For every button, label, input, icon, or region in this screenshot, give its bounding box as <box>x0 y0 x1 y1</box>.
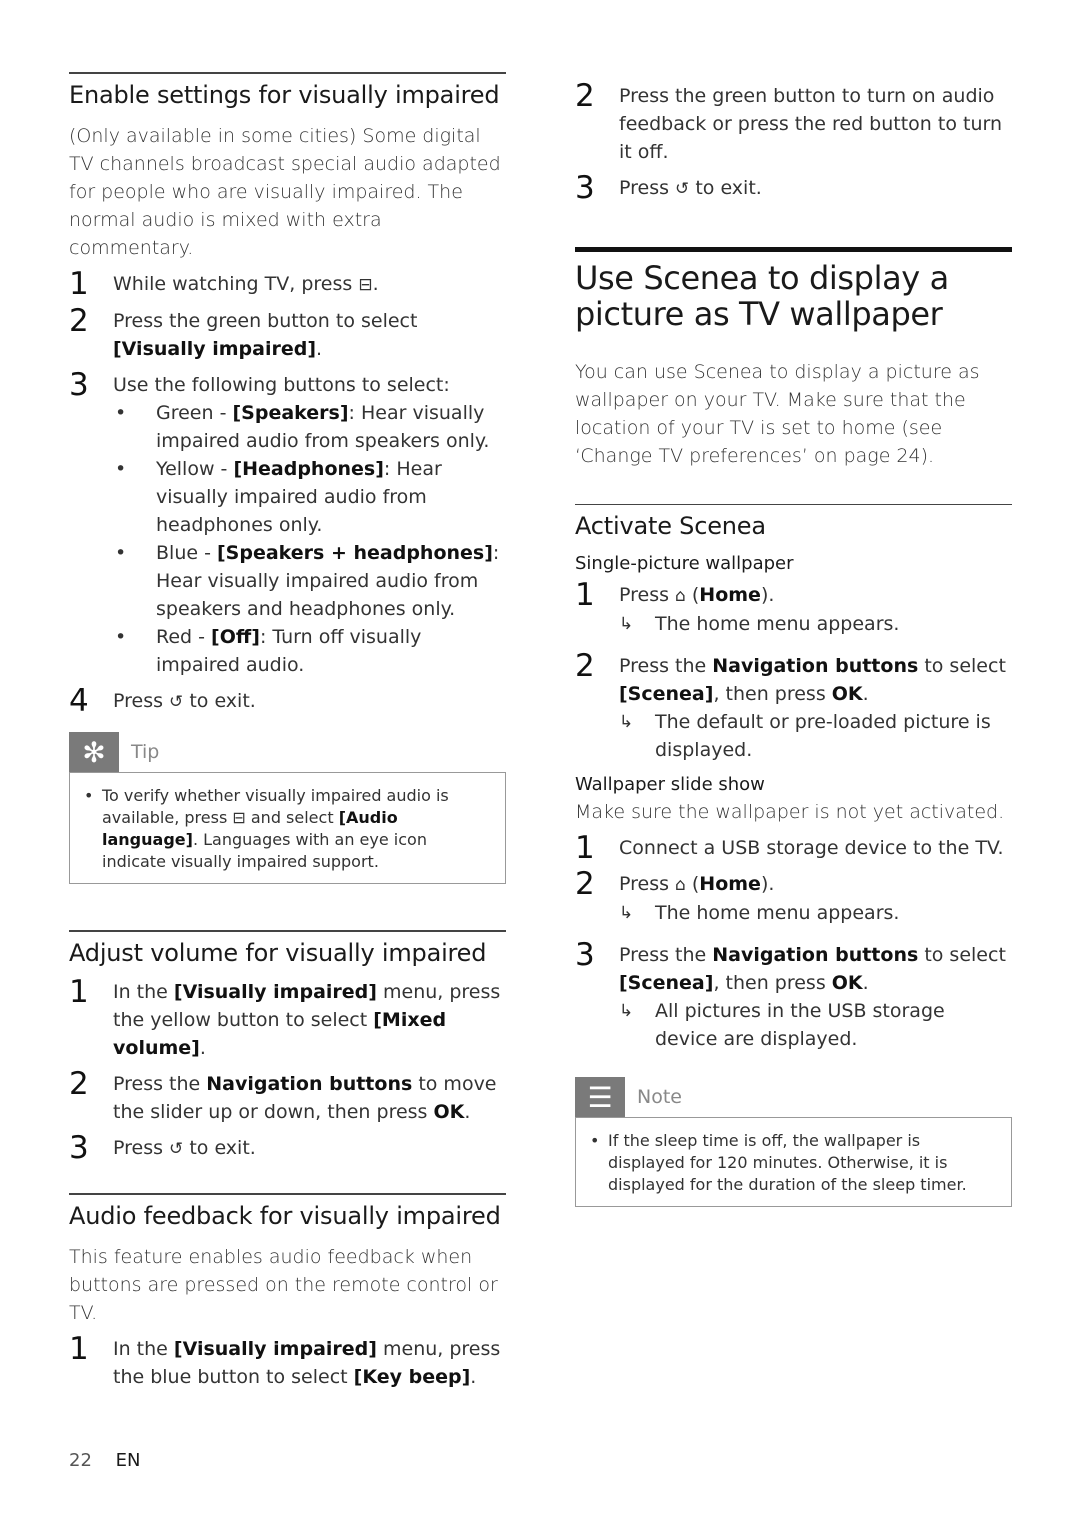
subheading-single: Single-picture wallpaper <box>575 553 794 574</box>
chapter-title: Use Scenea to display a picture as TV wa… <box>575 259 949 333</box>
tip-label: Tip <box>131 741 160 763</box>
enable-step-1: 1 While watching TV, press ⊟. <box>69 266 379 302</box>
result-arrow-icon: ↳ <box>619 1001 634 1021</box>
option-bullet-yellow: • Yellow - [Headphones]: Hear visually i… <box>115 458 442 536</box>
adjust-step-1: 1 In the [Visually impaired] menu, press… <box>69 974 501 1059</box>
left-column: Enable settings for visually impaired (O… <box>69 72 506 1391</box>
right-column: 2 Press the green button to turn on audi… <box>575 78 1012 1207</box>
single-step-1-result: ↳ The home menu appears. <box>575 610 1012 638</box>
note-icon: ☰ <box>575 1077 625 1117</box>
feedback-step-2: 2 Press the green button to turn on audi… <box>575 78 1003 163</box>
page-number: 22 <box>69 1450 92 1471</box>
section-title-activate: Activate Scenea <box>575 512 766 540</box>
adjust-step-3: 3 Press ↺ to exit. <box>69 1130 256 1166</box>
slideshow-step-1: 1 Connect a USB storage device to the TV… <box>575 830 1004 866</box>
slideshow-step-2: 2 Press ⌂ (Home). <box>575 866 775 902</box>
single-step-2: 2 Press the Navigation buttons to select… <box>575 648 1006 705</box>
enable-step-2: 2 Press the green button to select [Visu… <box>69 303 418 360</box>
back-icon: ↺ <box>169 692 184 712</box>
enable-intro: (Only available in some cities) Some dig… <box>69 125 501 259</box>
section-title-feedback: Audio feedback for visually impaired <box>69 1202 501 1230</box>
scenea-intro: You can use Scenea to display a picture … <box>575 361 980 467</box>
section-title-adjust: Adjust volume for visually impaired <box>69 939 487 967</box>
note-box: ☰ Note • If the sleep time is off, the w… <box>575 1077 1012 1207</box>
chapter-divider <box>575 247 1012 252</box>
feedback-step-3: 3 Press ↺ to exit. <box>575 170 762 206</box>
tip-box: ✻ Tip • To verify whether visually impai… <box>69 732 506 884</box>
note-item: • If the sleep time is off, the wallpape… <box>590 1131 967 1194</box>
option-bullet-green: • Green - [Speakers]: Hear visually impa… <box>115 402 490 452</box>
slideshow-step-3-result: ↳ All pictures in the USB storage device… <box>575 997 1012 1053</box>
home-icon: ⌂ <box>675 875 686 895</box>
option-bullet-blue: • Blue - [Speakers + headphones]: Hear v… <box>115 542 500 620</box>
option-bullet-red: • Red - [Off]: Turn off visually impaire… <box>115 626 422 676</box>
feedback-intro: This feature enables audio feedback when… <box>69 1246 498 1324</box>
back-icon: ↺ <box>675 179 690 199</box>
result-arrow-icon: ↳ <box>619 614 634 634</box>
language-code: EN <box>115 1450 141 1471</box>
result-arrow-icon: ↳ <box>619 903 634 923</box>
slideshow-step-3: 3 Press the Navigation buttons to select… <box>575 937 1006 994</box>
subheading-slideshow: Wallpaper slide show <box>575 774 765 795</box>
note-label: Note <box>637 1086 682 1108</box>
enable-step-3: 3 Use the following buttons to select: <box>69 367 450 403</box>
home-icon: ⌂ <box>675 586 686 606</box>
options-icon: ⊟ <box>232 808 246 827</box>
page-footer: 22 EN <box>69 1450 140 1471</box>
section-divider <box>575 504 1012 505</box>
section-divider <box>69 1193 506 1195</box>
tip-icon: ✻ <box>69 732 119 772</box>
result-arrow-icon: ↳ <box>619 712 634 732</box>
section-divider <box>69 72 506 74</box>
enable-step-4: 4 Press ↺ to exit. <box>69 683 256 719</box>
single-step-1: 1 Press ⌂ (Home). <box>575 577 775 613</box>
feedback-step-1: 1 In the [Visually impaired] menu, press… <box>69 1331 501 1388</box>
adjust-step-2: 2 Press the Navigation buttons to move t… <box>69 1066 497 1123</box>
tip-item: • To verify whether visually impaired au… <box>84 786 449 871</box>
slideshow-intro: Make sure the wallpaper is not yet activ… <box>575 801 1005 823</box>
section-title-enable: Enable settings for visually impaired <box>69 81 500 109</box>
back-icon: ↺ <box>169 1139 184 1159</box>
section-divider <box>69 930 506 932</box>
single-step-2-result: ↳ The default or pre-loaded picture is d… <box>575 708 1012 764</box>
slideshow-step-2-result: ↳ The home menu appears. <box>575 899 1012 927</box>
options-icon: ⊟ <box>358 275 373 295</box>
